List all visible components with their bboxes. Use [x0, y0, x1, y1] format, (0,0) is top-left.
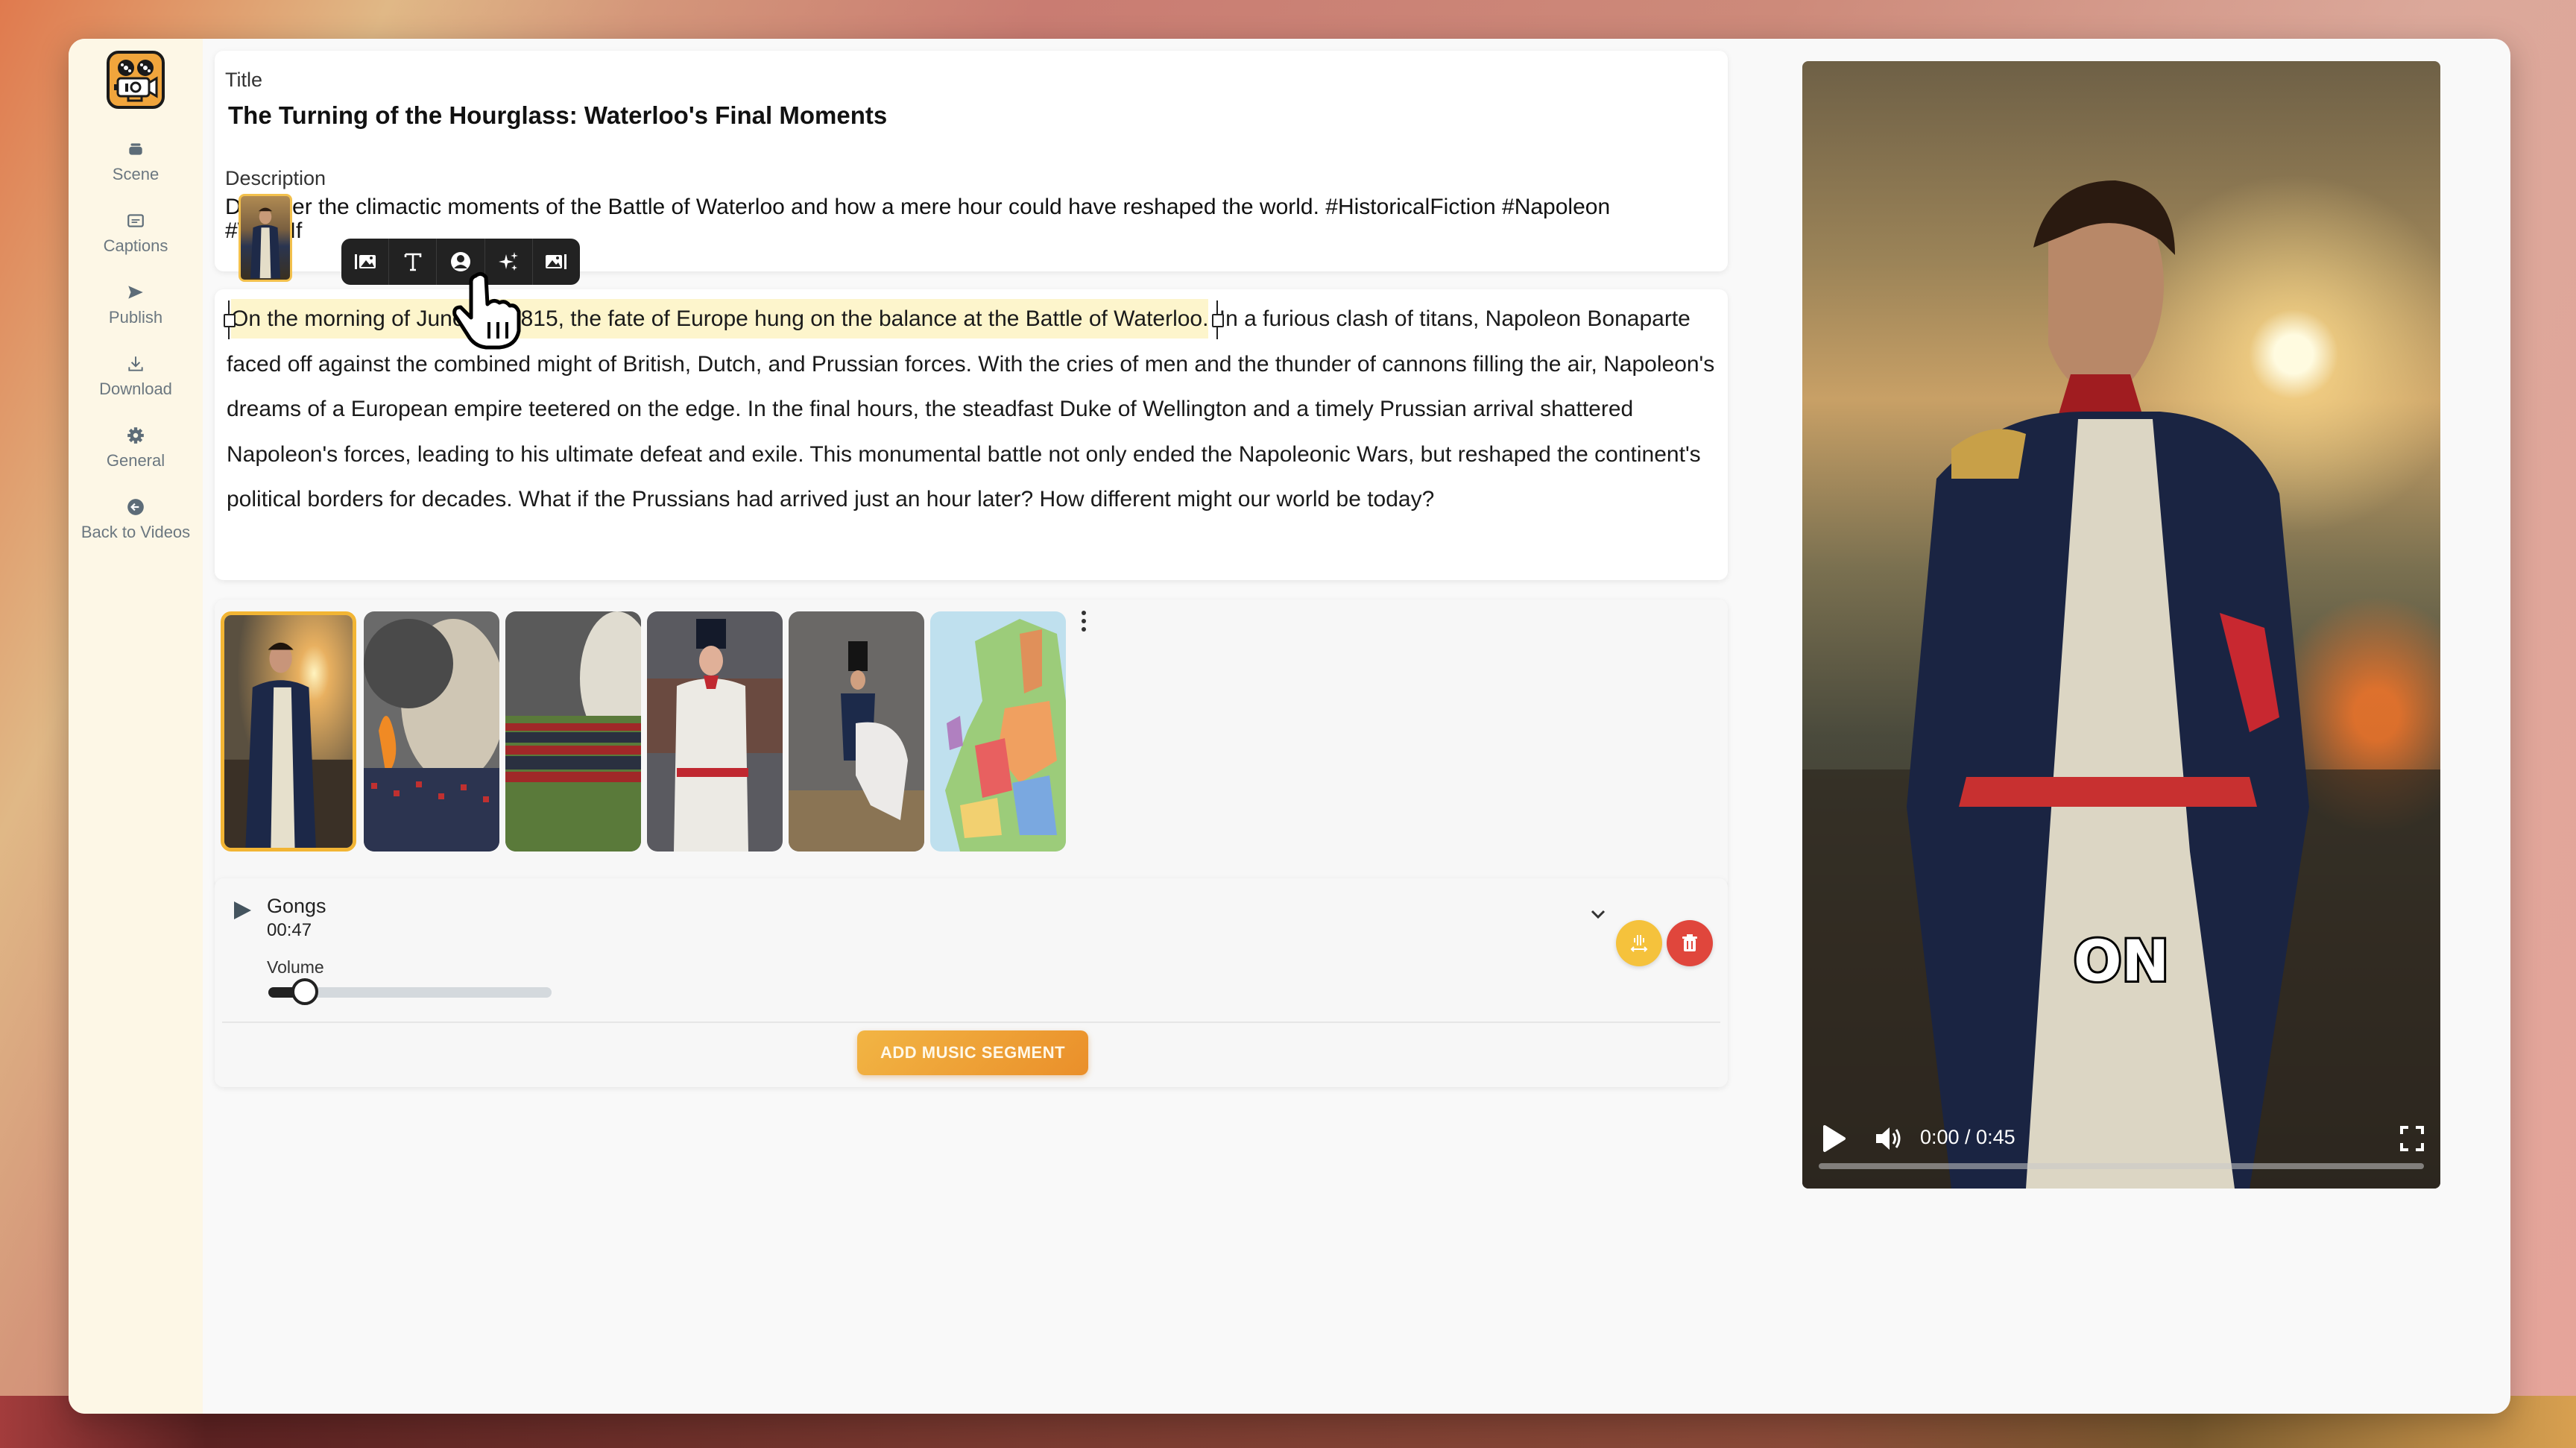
sidebar-item-label: Publish	[108, 308, 163, 327]
scene-thumbnail[interactable]	[647, 611, 783, 852]
scene-thumbnail[interactable]	[789, 611, 924, 852]
sidebar-item-back-to-videos[interactable]: Back to Videos	[76, 497, 195, 544]
scene-thumbnail[interactable]	[505, 611, 641, 852]
add-music-segment-button[interactable]: ADD MUSIC SEGMENT	[857, 1030, 1088, 1075]
highlighted-segment[interactable]: On the morning of June 18, 1815, the fat…	[231, 299, 1209, 339]
sidebar-item-label: Scene	[112, 165, 160, 183]
divider	[222, 1022, 1720, 1023]
toolbar-image-left-button[interactable]	[341, 239, 390, 285]
image-right-icon	[546, 254, 567, 269]
movie-camera-logo[interactable]	[106, 50, 165, 110]
download-icon	[128, 356, 143, 371]
script-card: On the morning of June 18, 1815, the fat…	[215, 289, 1728, 580]
fullscreen-icon[interactable]	[2400, 1126, 2424, 1151]
play-icon[interactable]	[1822, 1124, 1847, 1153]
sidebar: Scene Captions Publish Download General …	[69, 39, 203, 1414]
sidebar-item-captions[interactable]: Captions	[76, 211, 195, 257]
sidebar-item-download[interactable]: Download	[76, 354, 195, 400]
gear-icon	[127, 427, 144, 444]
volume-slider[interactable]	[268, 978, 552, 1005]
toolbar-image-right-button[interactable]	[533, 239, 580, 285]
napoleon-horse-image	[789, 611, 924, 852]
europe-map-image	[930, 611, 1066, 852]
volume-slider-thumb[interactable]	[291, 978, 319, 1005]
chevron-down-icon[interactable]	[1589, 905, 1607, 923]
video-progress-bar[interactable]	[1819, 1163, 2424, 1169]
volume-label: Volume	[267, 957, 324, 977]
video-controls: 0:00 / 0:45	[1802, 1107, 2440, 1189]
app-window: Scene Captions Publish Download General …	[69, 39, 2510, 1414]
audio-stretch-icon	[1630, 935, 1648, 952]
video-time: 0:00 / 0:45	[1920, 1126, 2015, 1148]
video-preview[interactable]: ON 0:00 / 0:45	[1802, 61, 2440, 1189]
music-duration: 00:47	[267, 920, 312, 940]
sidebar-item-label: Back to Videos	[80, 523, 191, 541]
send-icon	[128, 286, 143, 299]
battle-smoke-image	[364, 611, 499, 852]
adjust-music-timing-button[interactable]	[1616, 920, 1662, 966]
army-lines-image	[505, 611, 641, 852]
scene-thumbnail[interactable]	[221, 611, 356, 852]
scene-avatar-thumbnail[interactable]	[239, 194, 292, 282]
title-label: Title	[225, 69, 263, 91]
segment-start-handle[interactable]	[224, 300, 236, 340]
sidebar-item-label: General	[106, 451, 165, 470]
description-label: Description	[225, 167, 326, 189]
volume-icon[interactable]	[1874, 1124, 1904, 1153]
sidebar-item-general[interactable]: General	[76, 426, 195, 472]
play-music-icon[interactable]	[231, 899, 253, 922]
description-field[interactable]: Discover the climactic moments of the Ba…	[225, 195, 1679, 243]
sidebar-item-label: Download	[99, 380, 172, 398]
title-field[interactable]: The Turning of the Hourglass: Waterloo's…	[228, 101, 887, 130]
sidebar-item-label: Captions	[103, 236, 168, 255]
music-segment-card: Gongs 00:47 Volume ADD MUSIC SEGMENT	[215, 878, 1728, 1087]
sidebar-item-publish[interactable]: Publish	[76, 283, 195, 329]
sidebar-item-scene[interactable]: Scene	[76, 139, 195, 186]
scene-thumbnail[interactable]	[930, 611, 1066, 852]
text-icon	[404, 253, 422, 271]
layers-icon	[129, 143, 142, 155]
captions-icon	[127, 214, 144, 227]
segment-end-handle[interactable]	[1211, 300, 1224, 340]
scene-gallery	[215, 599, 1728, 889]
image-left-icon	[354, 254, 376, 269]
toolbar-text-button[interactable]	[389, 239, 438, 285]
music-track-name: Gongs	[267, 895, 326, 917]
officer-white-uniform-image	[647, 611, 783, 852]
trash-icon	[1682, 934, 1697, 951]
more-vertical-icon[interactable]	[1079, 610, 1088, 632]
back-arrow-icon	[127, 499, 144, 515]
napoleon-preview-image	[1802, 180, 2440, 1189]
hand-cursor-icon	[452, 271, 521, 350]
napoleon-thumbnail-image	[250, 207, 281, 279]
scene-thumbnail[interactable]	[364, 611, 499, 852]
napoleon-sunset-image	[224, 615, 353, 848]
delete-music-button[interactable]	[1667, 920, 1713, 966]
caption-overlay-text: ON	[2071, 925, 2171, 996]
